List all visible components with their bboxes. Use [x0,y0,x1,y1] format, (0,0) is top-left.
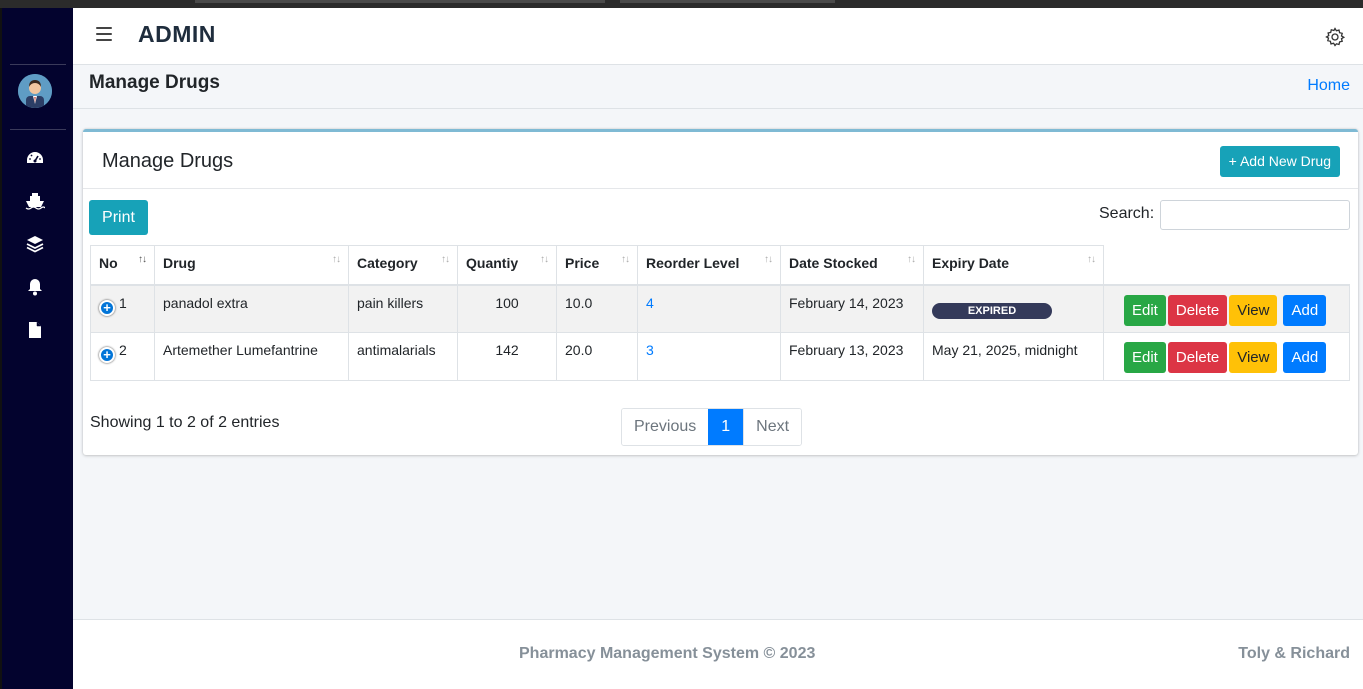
cell-actions: Edit Delete View Add [1103,284,1350,333]
expired-badge: EXPIRED [932,302,1052,319]
breadcrumb-home-link[interactable]: Home [1307,77,1350,95]
cell-quantity: 100 [457,284,557,333]
column-header-label: No [99,255,118,271]
column-header-date-stocked[interactable]: Date Stocked ↑↓ [780,245,924,286]
pagination-next[interactable]: Next [743,409,802,445]
sort-icon: ↑↓ [332,254,341,265]
column-header-label: Reorder Level [646,255,740,271]
card-title: Manage Drugs [102,150,234,172]
column-header-label: Category [357,255,418,271]
column-header-reorder-level[interactable]: Reorder Level ↑↓ [637,245,781,286]
row-number: 2 [119,342,127,358]
search-input[interactable] [1160,200,1350,230]
column-header-quantity[interactable]: Quantiy ↑↓ [457,245,557,286]
cell-price: 10.0 [556,284,638,333]
sidebar-divider [10,64,66,65]
footer: Pharmacy Management System © 2023 Toly &… [73,619,1363,689]
table-header-row: No ↑↓ Drug ↑↓ Category ↑↓ Quantiy ↑↓ Price ↑↓… [90,245,1350,286]
tachometer-icon[interactable] [24,147,46,169]
sort-icon: ↑↓ [1087,254,1096,265]
cell-quantity: 142 [457,332,557,381]
column-header-no[interactable]: No ↑↓ [90,245,155,286]
table-row: +2 Artemether Lumefantrine antimalarials… [90,332,1350,381]
column-header-label: Quantiy [466,255,519,271]
browser-tab [620,0,835,3]
content-header: Manage Drugs Home [73,66,1363,108]
add-stock-button[interactable]: Add [1283,342,1327,373]
sort-asc-icon: ↑↓ [138,254,147,265]
page-title: Manage Drugs [89,72,220,93]
cell-drug: panadol extra [154,284,349,333]
view-button[interactable]: View [1229,294,1278,326]
browser-tab [195,0,605,3]
layers-icon[interactable] [24,233,46,255]
gear-icon[interactable] [1325,27,1346,47]
cell-date-stocked: February 14, 2023 [780,284,924,333]
brand-title: ADMIN [138,21,216,47]
column-header-expiry-date[interactable]: Expiry Date ↑↓ [923,245,1104,286]
sidebar-divider [10,129,66,130]
cell-expiry-date: EXPIRED [923,284,1104,333]
cell-expiry-date: May 21, 2025, midnight [923,332,1104,381]
sort-icon: ↑↓ [621,254,630,265]
sort-icon: ↑↓ [764,254,773,265]
add-stock-button[interactable]: Add [1283,294,1327,326]
cell-category: antimalarials [348,332,458,381]
cell-reorder-level[interactable]: 3 [637,332,781,381]
delete-button[interactable]: Delete [1167,342,1228,373]
card-divider [83,188,1358,189]
bell-icon[interactable] [24,276,46,298]
hamburger-menu-icon[interactable] [96,27,112,41]
table-info: Showing 1 to 2 of 2 entries [90,414,280,431]
avatar-image [18,74,52,108]
pagination-previous[interactable]: Previous [622,409,709,445]
cell-no: +2 [90,332,155,381]
file-icon[interactable] [24,319,46,341]
print-button[interactable]: Print [89,200,148,235]
column-header-label: Drug [163,255,196,271]
expand-row-icon[interactable]: + [99,299,115,316]
column-header-drug[interactable]: Drug ↑↓ [154,245,349,286]
footer-authors: Toly & Richard [1238,645,1350,662]
table-row: +1 panadol extra pain killers 100 10.0 4… [90,284,1350,333]
header-divider [73,108,1363,109]
view-button[interactable]: View [1229,342,1278,373]
ship-icon[interactable] [24,190,46,212]
sort-icon: ↑↓ [540,254,549,265]
sort-icon: ↑↓ [441,254,450,265]
pagination: Previous 1 Next [621,408,803,446]
edit-button[interactable]: Edit [1124,342,1166,373]
column-header-label: Price [565,255,600,271]
delete-button[interactable]: Delete [1167,294,1228,326]
column-header-price[interactable]: Price ↑↓ [556,245,638,286]
cell-price: 20.0 [556,332,638,381]
pagination-page-1[interactable]: 1 [708,409,744,445]
cell-category: pain killers [348,284,458,333]
sort-icon: ↑↓ [907,254,916,265]
column-header-label: Expiry Date [932,255,1010,271]
add-new-drug-button[interactable]: + Add New Drug [1219,146,1340,177]
browser-top-strip [0,0,1363,8]
row-number: 1 [119,294,127,311]
drugs-card: Manage Drugs + Add New Drug Print Search… [83,129,1358,455]
drugs-table: No ↑↓ Drug ↑↓ Category ↑↓ Quantiy ↑↓ Price ↑↓… [90,245,1350,381]
cell-no: +1 [90,284,155,333]
main-area: ADMIN Manage Drugs Home Manage Drugs + A… [73,8,1363,689]
cell-drug: Artemether Lumefantrine [154,332,349,381]
column-header-category[interactable]: Category ↑↓ [348,245,458,286]
cell-reorder-level[interactable]: 4 [637,284,781,333]
search-label: Search: [1099,205,1155,222]
column-header-label: Date Stocked [789,255,878,271]
footer-copyright: Pharmacy Management System © 2023 [519,645,816,662]
cell-actions: Edit Delete View Add [1103,332,1350,381]
edit-button[interactable]: Edit [1124,294,1166,326]
column-header-actions [1103,245,1350,286]
sidebar [0,8,73,689]
expand-row-icon[interactable]: + [99,347,115,363]
cell-date-stocked: February 13, 2023 [780,332,924,381]
user-avatar[interactable] [18,74,52,108]
top-navbar: ADMIN [73,8,1363,65]
